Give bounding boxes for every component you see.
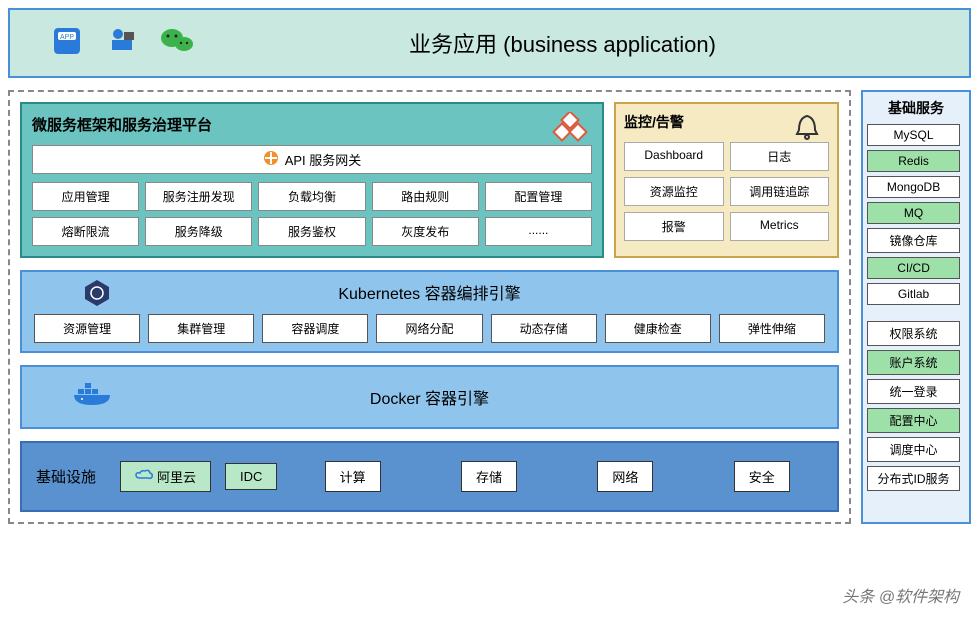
infra-cell: 计算 (325, 461, 381, 492)
alert-cell: Metrics (730, 212, 830, 241)
service-item: CI/CD (867, 257, 960, 279)
service-item: MySQL (867, 124, 960, 146)
micro-cell: 服务降级 (145, 217, 252, 246)
k8s-cell: 网络分配 (376, 314, 482, 343)
micro-cell: 路由规则 (372, 182, 479, 211)
app-icon: APP (50, 24, 84, 63)
docker-icon (72, 379, 116, 414)
docker-engine: Docker 容器引擎 (20, 365, 839, 429)
k8s-cell: 资源管理 (34, 314, 140, 343)
micro-cell: 熔断限流 (32, 217, 139, 246)
user-desk-icon (104, 24, 138, 63)
wechat-icon (158, 24, 196, 63)
micro-cell: 负载均衡 (258, 182, 365, 211)
alert-cell: 报警 (624, 212, 724, 241)
infra-cell: 存储 (461, 461, 517, 492)
bell-icon (793, 112, 821, 147)
cubes-icon (552, 112, 590, 149)
microservice-platform: 微服务框架和服务治理平台 API 服务网关 应用管理服务注册发现负载均衡路由规则… (20, 102, 604, 258)
watermark: 头条 @软件架构 (842, 583, 959, 607)
header-title: 业务应用 (business application) (196, 27, 929, 59)
infra-idc: IDC (225, 463, 277, 490)
k8s-icon (82, 278, 112, 313)
service-item: Redis (867, 150, 960, 172)
service-item: MongoDB (867, 176, 960, 198)
infrastructure: 基础设施 阿里云 IDC 计算 存储 网络 安全 (20, 441, 839, 512)
kubernetes-engine: Kubernetes 容器编排引擎 资源管理集群管理容器调度网络分配动态存储健康… (20, 270, 839, 353)
monitoring-alerts: 监控/告警 Dashboard日志资源监控调用链追踪报警Metrics (614, 102, 839, 258)
infra-title: 基础设施 (36, 466, 106, 487)
app-icons: APP (50, 24, 196, 63)
service-item: 配置中心 (867, 408, 960, 433)
micro-cell: 服务鉴权 (258, 217, 365, 246)
micro-cell: ...... (485, 217, 592, 246)
service-item: 镜像仓库 (867, 228, 960, 253)
infra-cell: 安全 (734, 461, 790, 492)
alert-cell: Dashboard (624, 142, 724, 171)
service-item: 分布式ID服务 (867, 466, 960, 491)
micro-cell: 服务注册发现 (145, 182, 252, 211)
service-item: 调度中心 (867, 437, 960, 462)
k8s-cell: 容器调度 (262, 314, 368, 343)
k8s-cell: 动态存储 (491, 314, 597, 343)
service-item: MQ (867, 202, 960, 224)
alert-cell: 调用链追踪 (730, 177, 830, 206)
gateway-icon (263, 150, 279, 169)
alert-cell: 资源监控 (624, 177, 724, 206)
service-item: 账户系统 (867, 350, 960, 375)
basic-services-panel: 基础服务 MySQLRedisMongoDBMQ镜像仓库CI/CDGitlab … (861, 90, 971, 524)
microservice-title: 微服务框架和服务治理平台 (32, 114, 592, 135)
k8s-cell: 集群管理 (148, 314, 254, 343)
infra-cell: 网络 (597, 461, 653, 492)
k8s-cell: 健康检查 (605, 314, 711, 343)
k8s-cell: 弹性伸缩 (719, 314, 825, 343)
micro-cell: 配置管理 (485, 182, 592, 211)
micro-cell: 灰度发布 (372, 217, 479, 246)
service-item: 权限系统 (867, 321, 960, 346)
micro-cell: 应用管理 (32, 182, 139, 211)
api-gateway: API 服务网关 (32, 145, 592, 174)
svg-text:APP: APP (60, 34, 74, 41)
service-item: Gitlab (867, 283, 960, 305)
basic-services-title: 基础服务 (888, 98, 944, 118)
service-item: 统一登录 (867, 379, 960, 404)
business-application-header: APP 业务应用 (business application) (8, 8, 971, 78)
k8s-title: Kubernetes 容器编排引擎 (34, 280, 825, 304)
infra-aliyun: 阿里云 (120, 461, 211, 492)
architecture-container: 微服务框架和服务治理平台 API 服务网关 应用管理服务注册发现负载均衡路由规则… (8, 90, 851, 524)
cloud-icon (135, 469, 153, 484)
